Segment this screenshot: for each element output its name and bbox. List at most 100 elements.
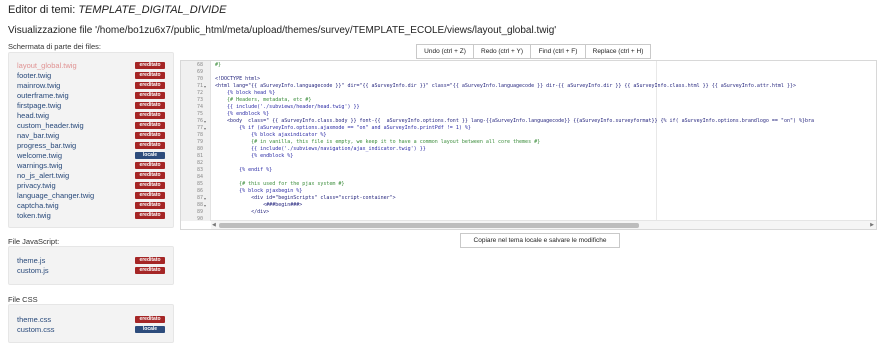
line-number: 85 [196,181,203,187]
file-name-link[interactable]: head.twig [17,111,49,120]
line-number: 83 [196,167,203,173]
file-list-item[interactable]: footer.twig ereditato [17,71,165,80]
file-name-link[interactable]: layout_global.twig [17,61,77,70]
undo-button[interactable]: Undo (ctrl + Z) [416,44,474,59]
status-badge: ereditato [135,92,165,99]
line-number: 89 [196,209,203,215]
status-badge: ereditato [135,82,165,89]
code-line: <body class=" {{ aSurveyInfo.class.body … [215,118,815,124]
line-number: 88 [196,202,203,208]
file-name-link[interactable]: language_changer.twig [17,191,94,200]
file-list-item[interactable]: custom.js ereditato [17,266,165,275]
code-editor[interactable]: 68 #} 69 70 <!DOCTYPE html> 71 ▾ <html lang="{{… [180,60,877,230]
status-badge: ereditato [135,172,165,179]
file-list-item[interactable]: warnings.twig ereditato [17,161,165,170]
file-list-item[interactable]: privacy.twig ereditato [17,181,165,190]
file-name-link[interactable]: warnings.twig [17,161,62,170]
status-badge: ereditato [135,267,165,274]
file-list-item[interactable]: no_js_alert.twig ereditato [17,171,165,180]
line-number: 77 [196,125,203,131]
file-name-link[interactable]: progress_bar.twig [17,141,76,150]
js-files-label: File JavaScript: [8,237,60,246]
file-list-item[interactable]: mainrow.twig ereditato [17,81,165,90]
line-number: 80 [196,146,203,152]
file-list-item[interactable]: outerframe.twig ereditato [17,91,165,100]
file-list-item[interactable]: theme.js ereditato [17,256,165,265]
status-badge: ereditato [135,257,165,264]
file-list-item[interactable]: custom.css locale [17,325,165,334]
file-list-item[interactable]: token.twig ereditato [17,211,165,220]
line-number: 75 [196,111,203,117]
file-name-link[interactable]: theme.js [17,256,45,265]
code-line: {% if (aSurveyInfo.options.ajaxmode == "… [215,125,471,131]
file-list-item[interactable]: firstpage.twig ereditato [17,101,165,110]
file-name-link[interactable]: mainrow.twig [17,81,60,90]
horizontal-scrollbar[interactable]: ◀ ▶ [211,220,876,229]
file-name-link[interactable]: custom_header.twig [17,121,84,130]
file-name-link[interactable]: custom.css [17,325,55,334]
file-list-item[interactable]: welcome.twig locale [17,151,165,160]
file-name-link[interactable]: outerframe.twig [17,91,69,100]
file-list-item[interactable]: language_changer.twig ereditato [17,191,165,200]
fold-toggle-icon[interactable]: ▾ [204,125,206,132]
file-list-item[interactable]: layout_global.twig ereditato [17,61,165,70]
status-badge: ereditato [135,102,165,109]
file-name-link[interactable]: privacy.twig [17,181,56,190]
scrollbar-thumb[interactable] [219,223,639,228]
fold-toggle-icon[interactable]: ▾ [204,118,206,125]
code-line: <###begin###> [215,202,303,208]
file-name-link[interactable]: welcome.twig [17,151,62,160]
line-number: 84 [196,174,203,180]
template-name: TEMPLATE_DIGITAL_DIVIDE [78,4,227,16]
file-name-link[interactable]: captcha.twig [17,201,59,210]
line-number: 86 [196,188,203,194]
scroll-left-icon[interactable]: ◀ [212,221,216,229]
status-badge: ereditato [135,142,165,149]
status-badge: ereditato [135,212,165,219]
file-name-link[interactable]: firstpage.twig [17,101,61,110]
code-line: <!DOCTYPE html> [215,76,261,82]
status-badge: ereditato [135,192,165,199]
line-number: 71 [196,83,203,89]
scroll-right-icon[interactable]: ▶ [870,221,874,229]
file-name-link[interactable]: no_js_alert.twig [17,171,69,180]
css-files-label: File CSS [8,295,38,304]
replace-button[interactable]: Replace (ctrl + H) [585,44,651,59]
file-list-item[interactable]: captcha.twig ereditato [17,201,165,210]
file-name-link[interactable]: nav_bar.twig [17,131,59,140]
fold-toggle-icon[interactable]: ▾ [204,195,206,202]
status-badge: locale [135,326,165,333]
file-name-link[interactable]: custom.js [17,266,49,275]
line-number: 74 [196,104,203,110]
code-line: {% block ajaxindicator %} [215,132,327,138]
line-number: 68 [196,62,203,68]
line-number: 87 [196,195,203,201]
status-badge: ereditato [135,132,165,139]
status-badge: ereditato [135,62,165,69]
status-badge: ereditato [135,122,165,129]
line-number: 90 [196,216,203,222]
code-line: {# in vanilla, this file is empty, we ke… [215,139,541,145]
code-line: #} [215,62,222,68]
file-name-link[interactable]: token.twig [17,211,51,220]
file-list-item[interactable]: nav_bar.twig ereditato [17,131,165,140]
line-number: 79 [196,139,203,145]
screen-files-panel: layout_global.twig ereditato footer.twig er… [8,52,174,228]
file-list-item[interactable]: theme.css ereditato [17,315,165,324]
file-list-item[interactable]: head.twig ereditato [17,111,165,120]
file-list-item[interactable]: custom_header.twig ereditato [17,121,165,130]
file-name-link[interactable]: footer.twig [17,71,51,80]
js-files-panel: theme.js ereditato custom.js ereditato [8,246,174,285]
code-line: {# this used for the pjax system #} [215,181,345,187]
fold-toggle-icon[interactable]: ▾ [204,202,206,209]
redo-button[interactable]: Redo (ctrl + Y) [473,44,531,59]
screen-files-label: Schermata di parte dei files: [8,42,101,51]
code-line: {% endif %} [215,167,273,173]
file-name-link[interactable]: theme.css [17,315,51,324]
code-line: <html lang="{{ aSurveyInfo.languagecode … [215,83,796,89]
copy-to-local-theme-button[interactable]: Copiare nel tema locale e salvare le mod… [460,233,620,248]
file-list-item[interactable]: progress_bar.twig ereditato [17,141,165,150]
fold-toggle-icon[interactable]: ▾ [204,83,206,90]
find-button[interactable]: Find (ctrl + F) [530,44,586,59]
status-badge: ereditato [135,112,165,119]
